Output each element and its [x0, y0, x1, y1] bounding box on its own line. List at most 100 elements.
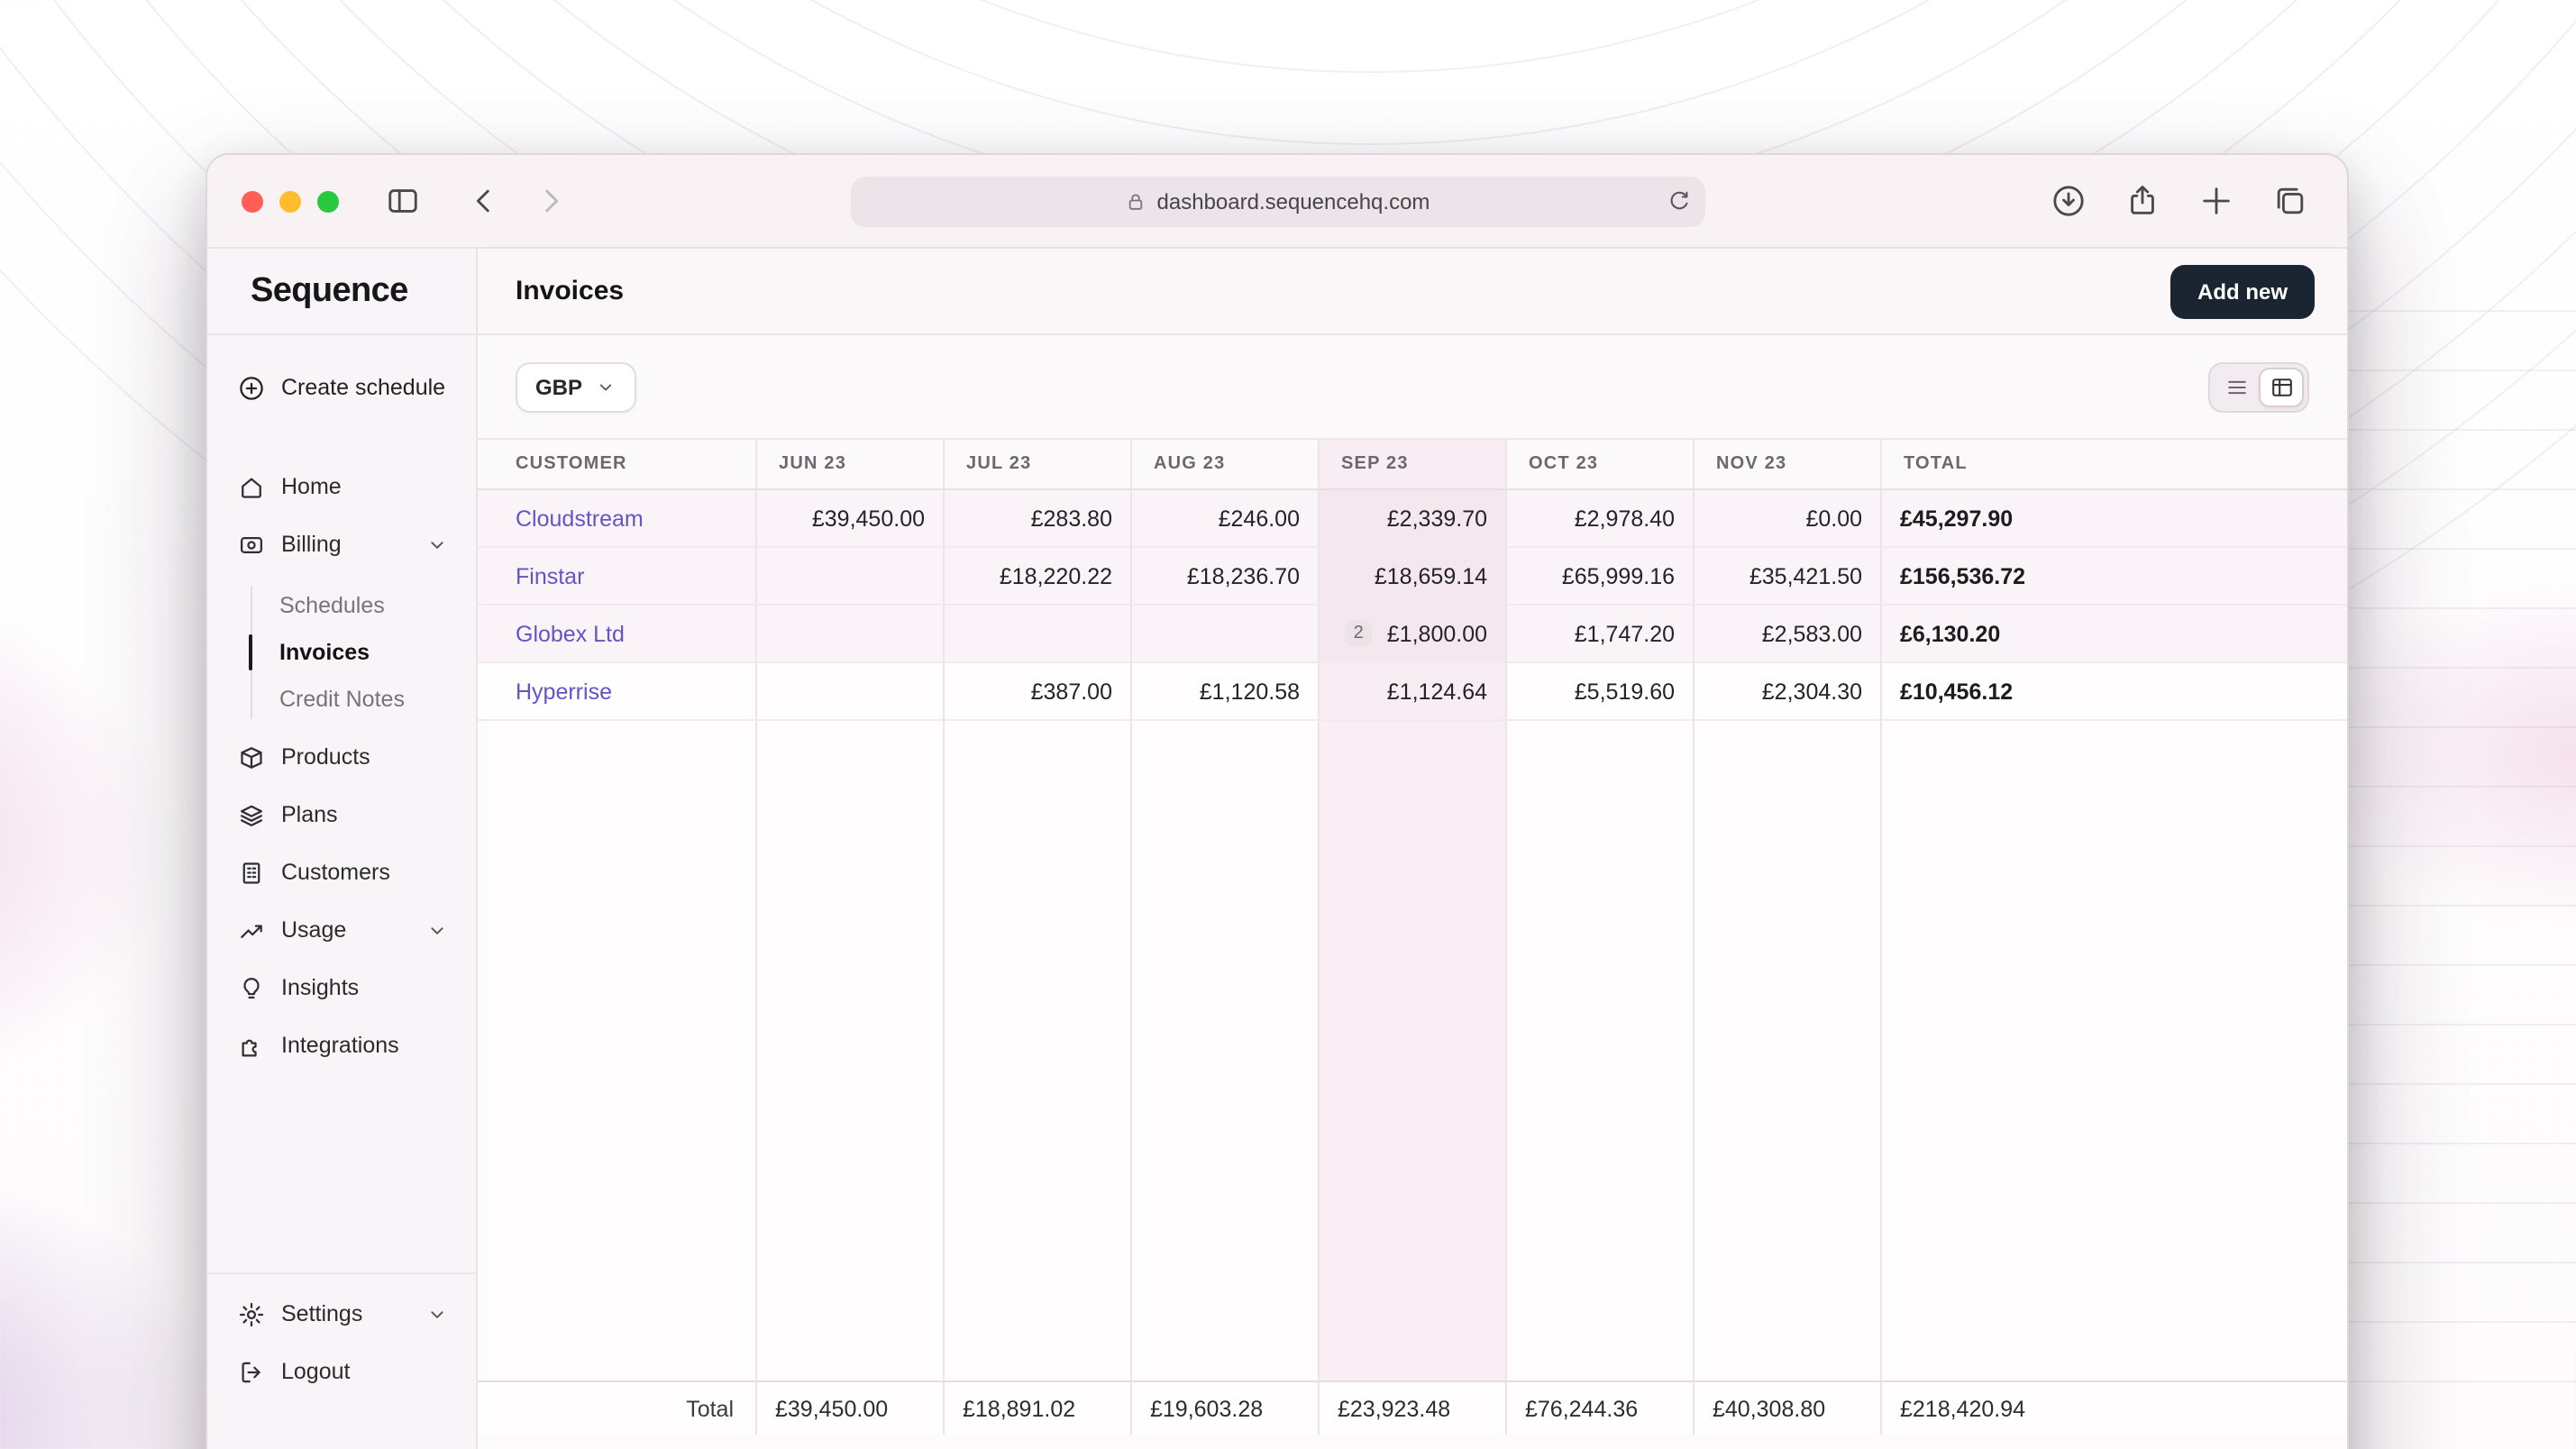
- sidebar-item-label: Products: [281, 744, 370, 770]
- cell-value: £246.00: [1132, 490, 1320, 548]
- add-new-button[interactable]: Add new: [2170, 264, 2315, 318]
- cell-value: [757, 548, 945, 606]
- amount: £387.00: [1031, 679, 1112, 704]
- cell-value: £1,747.20: [1507, 606, 1694, 663]
- main-content: Invoices Add new GBP CUSTOMERJUN 23JUL 2…: [478, 249, 2347, 1449]
- cell-value: £387.00: [945, 663, 1132, 721]
- back-icon[interactable]: [467, 184, 501, 218]
- empty-cell: [1694, 721, 1882, 1381]
- browser-window: dashboard.sequencehq.com Sequence Create…: [206, 153, 2349, 1449]
- toolbar: GBP: [478, 335, 2347, 440]
- sidebar-subitem-invoices[interactable]: Invoices: [207, 629, 476, 676]
- table-view-button[interactable]: [2259, 367, 2304, 406]
- sidebar-item-billing[interactable]: Billing: [207, 515, 476, 573]
- currency-value: GBP: [535, 374, 582, 399]
- sidebar-item-label: Billing: [281, 532, 342, 557]
- chevron-down-icon: [425, 1302, 449, 1326]
- sidebar-toggle-icon[interactable]: [386, 184, 420, 218]
- amount: £283.80: [1031, 506, 1112, 531]
- refresh-icon[interactable]: [1665, 189, 1690, 214]
- create-schedule-button[interactable]: Create schedule: [207, 335, 476, 440]
- minimize-window-button[interactable]: [279, 190, 301, 212]
- sidebar-item-logout[interactable]: Logout: [207, 1343, 476, 1400]
- column-header-nov-23: NOV 23: [1694, 440, 1882, 490]
- customer-link[interactable]: Globex Ltd: [478, 606, 757, 663]
- sidebar-item-insights[interactable]: Insights: [207, 959, 476, 1016]
- footer-column-total: £40,308.80: [1694, 1381, 1882, 1435]
- sidebar-bottom-nav: Settings Logout: [207, 1272, 476, 1449]
- app-logo: Sequence: [207, 249, 476, 335]
- browser-chrome: dashboard.sequencehq.com: [207, 155, 2347, 249]
- share-icon[interactable]: [2125, 184, 2160, 218]
- sidebar-item-label: Customers: [281, 860, 390, 885]
- column-header-sep-23: SEP 23: [1320, 440, 1507, 490]
- settings-icon: [238, 1300, 265, 1327]
- sidebar-subitem-credit-notes[interactable]: Credit Notes: [207, 676, 476, 723]
- row-total: £45,297.90: [1882, 490, 2347, 548]
- sidebar-item-label: Settings: [281, 1301, 362, 1326]
- address-bar[interactable]: dashboard.sequencehq.com: [850, 177, 1704, 227]
- amount: £39,450.00: [812, 506, 925, 531]
- column-header-total: TOTAL: [1882, 440, 2347, 490]
- sidebar-subnav: SchedulesInvoicesCredit Notes: [207, 573, 476, 728]
- sidebar-item-settings[interactable]: Settings: [207, 1285, 476, 1343]
- cell-value: £18,236.70: [1132, 548, 1320, 606]
- sidebar-subitem-schedules[interactable]: Schedules: [207, 582, 476, 629]
- empty-cell: [478, 721, 757, 1381]
- footer-column-total: £19,603.28: [1132, 1381, 1320, 1435]
- url-text: dashboard.sequencehq.com: [1157, 189, 1430, 214]
- download-icon[interactable]: [2051, 184, 2086, 218]
- footer-grand-total: £218,420.94: [1882, 1381, 2347, 1435]
- create-schedule-label: Create schedule: [281, 375, 445, 400]
- close-window-button[interactable]: [242, 190, 263, 212]
- sidebar-item-label: Home: [281, 474, 342, 499]
- sidebar-item-home[interactable]: Home: [207, 458, 476, 515]
- cell-value: 2£1,800.00: [1320, 606, 1507, 663]
- tab-overview-icon[interactable]: [2273, 184, 2307, 218]
- lock-icon: [1125, 191, 1146, 213]
- cell-value: £5,519.60: [1507, 663, 1694, 721]
- zoom-window-button[interactable]: [317, 190, 339, 212]
- forward-icon[interactable]: [534, 184, 568, 218]
- sidebar-item-integrations[interactable]: Integrations: [207, 1016, 476, 1074]
- plans-icon: [238, 801, 265, 828]
- chevron-down-icon: [425, 533, 449, 556]
- insights-icon: [238, 974, 265, 1001]
- chevron-down-icon: [595, 376, 617, 397]
- amount: £18,236.70: [1187, 563, 1300, 588]
- cell-value: £35,421.50: [1694, 548, 1882, 606]
- amount: £18,659.14: [1375, 563, 1487, 588]
- column-header-aug-23: AUG 23: [1132, 440, 1320, 490]
- customer-link[interactable]: Cloudstream: [478, 490, 757, 548]
- sidebar-item-customers[interactable]: Customers: [207, 843, 476, 901]
- sidebar-item-label: Logout: [281, 1359, 350, 1384]
- amount: £5,519.60: [1575, 679, 1675, 704]
- cell-value: [1132, 606, 1320, 663]
- row-total: £156,536.72: [1882, 548, 2347, 606]
- row-total: £6,130.20: [1882, 606, 2347, 663]
- sidebar-item-plans[interactable]: Plans: [207, 786, 476, 843]
- products-icon: [238, 743, 265, 770]
- app-sidebar: Sequence Create schedule Home Billing Sche…: [207, 249, 478, 1449]
- sidebar-item-usage[interactable]: Usage: [207, 901, 476, 959]
- amount: £2,304.30: [1762, 679, 1862, 704]
- amount: £2,583.00: [1762, 621, 1862, 646]
- footer-total-label: Total: [478, 1381, 757, 1435]
- amount: £1,747.20: [1575, 621, 1675, 646]
- plus-icon[interactable]: [2199, 184, 2233, 218]
- customer-link[interactable]: Finstar: [478, 548, 757, 606]
- customers-icon: [238, 859, 265, 886]
- list-view-button[interactable]: [2214, 367, 2259, 406]
- invoices-table: CUSTOMERJUN 23JUL 23AUG 23SEP 23OCT 23NO…: [478, 440, 2347, 1435]
- cell-value: [757, 663, 945, 721]
- amount: £18,220.22: [1000, 563, 1112, 588]
- empty-cell: [1507, 721, 1694, 1381]
- sidebar-item-products[interactable]: Products: [207, 728, 476, 786]
- sidebar-nav: Home Billing SchedulesInvoicesCredit Notes…: [207, 440, 476, 1074]
- cell-value: £65,999.16: [1507, 548, 1694, 606]
- invoice-count-badge: 2: [1345, 620, 1373, 647]
- amount: £0.00: [1805, 506, 1862, 531]
- currency-select[interactable]: GBP: [516, 361, 636, 412]
- customer-link[interactable]: Hyperrise: [478, 663, 757, 721]
- sidebar-item-label: Usage: [281, 917, 346, 943]
